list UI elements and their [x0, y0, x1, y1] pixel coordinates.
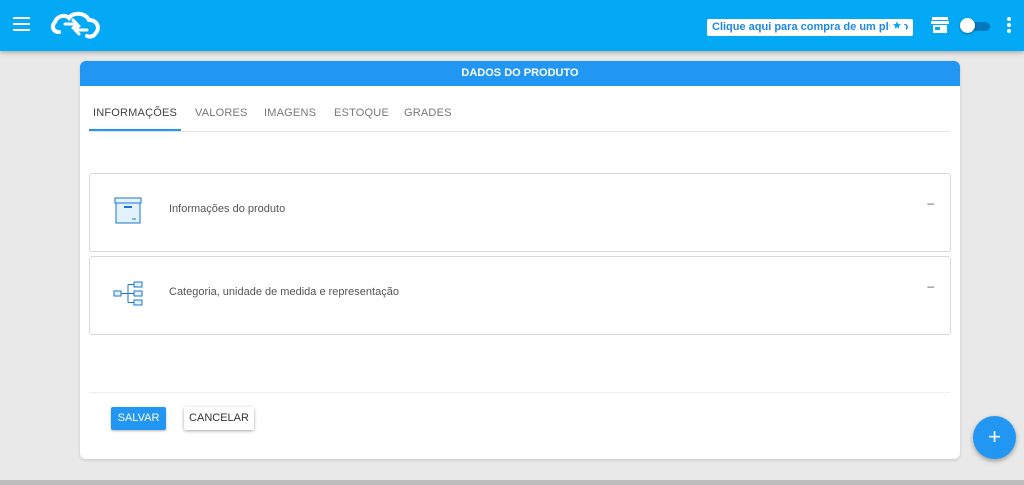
store-icon[interactable] [931, 16, 949, 34]
panel-title: Informações do produto [169, 203, 286, 215]
box-icon [114, 197, 142, 224]
save-button[interactable]: SALVAR [111, 407, 166, 430]
tab-bar: INFORMAÇÕES VALORES IMAGENS ESTOQUE GRAD… [89, 95, 950, 132]
collapse-icon[interactable]: – [927, 196, 934, 210]
menu-icon[interactable] [13, 17, 30, 32]
tab-grades[interactable]: GRADES [404, 95, 452, 130]
tab-informacoes[interactable]: INFORMAÇÕES [89, 95, 181, 131]
logo[interactable] [49, 10, 103, 42]
ticket-star-icon[interactable] [887, 17, 907, 33]
hierarchy-icon [113, 281, 143, 306]
top-app-bar: Clique aqui para compra de um plano [0, 0, 1024, 51]
panel-title: Categoria, unidade de medida e represent… [169, 286, 399, 298]
product-card: DADOS DO PRODUTO INFORMAÇÕES VALORES IMA… [80, 61, 960, 459]
toggle-knob [960, 18, 975, 33]
taskbar-strip [0, 480, 1024, 485]
tab-imagens[interactable]: IMAGENS [264, 95, 316, 130]
add-fab-button[interactable]: + [973, 416, 1016, 459]
tab-valores[interactable]: VALORES [195, 95, 248, 130]
cancel-button[interactable]: CANCELAR [184, 407, 254, 430]
panel-product-info[interactable]: Informações do produto – [89, 173, 951, 252]
card-title: DADOS DO PRODUTO [80, 61, 960, 86]
panel-category[interactable]: Categoria, unidade de medida e represent… [89, 256, 951, 335]
buy-plan-button[interactable]: Clique aqui para compra de um plano [707, 19, 914, 36]
tab-estoque[interactable]: ESTOQUE [334, 95, 389, 130]
divider [89, 392, 950, 393]
theme-toggle[interactable] [960, 18, 990, 33]
collapse-icon[interactable]: – [927, 279, 934, 293]
more-vert-icon[interactable] [1006, 17, 1012, 35]
